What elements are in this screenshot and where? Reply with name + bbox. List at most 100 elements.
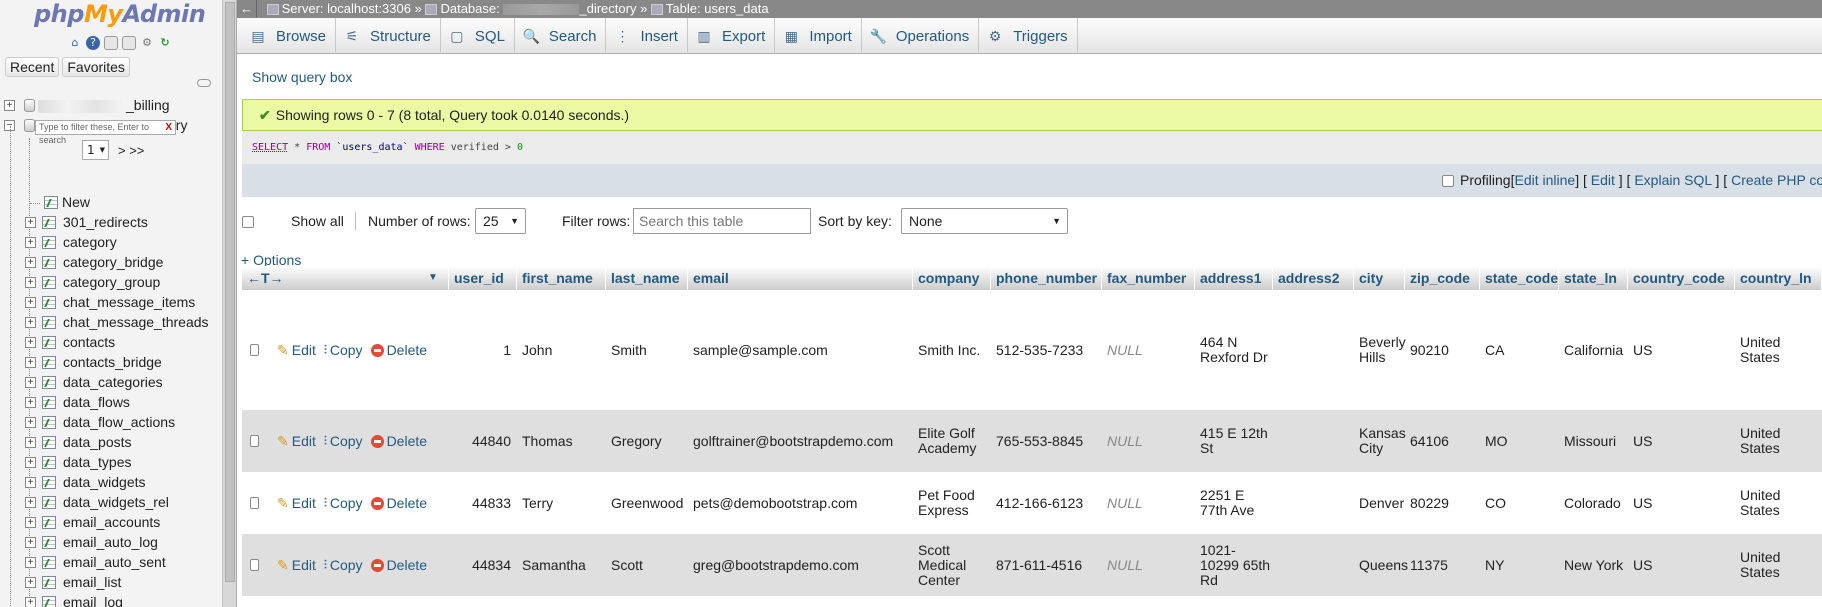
expand-icon[interactable]: + [25,217,36,228]
cell-email[interactable]: pets@demobootstrap.com [688,472,913,534]
tab-import[interactable]: ▦ Import [775,18,862,54]
cell-country-code[interactable]: US [1628,472,1735,534]
cell-phone-number[interactable]: 412-166-6123 [991,472,1102,534]
edit-link[interactable]: Edit [1591,172,1615,188]
table-filter-input[interactable]: Type to filter these, Enter to search X [35,120,176,145]
column-header-country-ln[interactable]: country_ln [1735,266,1822,290]
delete-button[interactable]: Delete [370,557,427,573]
profiling-checkbox[interactable] [1442,175,1454,188]
copy-button[interactable]: ⫶ Copy [324,495,363,511]
reload-icon[interactable]: ↻ [158,36,172,50]
cell-address1[interactable]: 2251 E 77th Ave [1195,472,1273,534]
copy-button[interactable]: ⫶ Copy [324,433,363,449]
column-header-address2[interactable]: address2 [1273,266,1354,290]
column-header-zip-code[interactable]: zip_code [1405,266,1480,290]
back-arrow-icon[interactable]: ← [237,0,257,17]
column-header-first-name[interactable]: first_name [517,266,606,290]
cell-address2[interactable] [1273,290,1354,410]
cell-phone-number[interactable]: 765-553-8845 [991,410,1102,472]
cell-zip-code[interactable]: 80229 [1405,472,1480,534]
column-arrows-header[interactable]: ←T→ ▼ [242,266,449,290]
cell-user-id[interactable]: 44840 [449,410,517,472]
column-header-phone-number[interactable]: phone_number [991,266,1102,290]
tab-triggers[interactable]: ⚙ Triggers [979,18,1078,54]
phpmyadmin-logo[interactable]: phpMyAdmin [34,0,206,28]
table-row[interactable]: ✎ Edit ⫶ Copy Delete 1 John Smith sample@sample.… [242,290,1822,410]
breadcrumb-database[interactable]: Database: _directory [440,1,636,16]
table-row[interactable]: ✎ Edit ⫶ Copy Delete 44834 Samantha Scott greg@b… [242,534,1822,596]
expand-icon[interactable]: + [25,397,36,408]
cell-state-ln[interactable]: Missouri [1559,410,1628,472]
cell-first-name[interactable]: Terry [517,472,606,534]
column-header-user-id[interactable]: user_id [449,266,517,290]
table-row[interactable]: ✎ Edit ⫶ Copy Delete 44833 Terry Greenwood pets@… [242,472,1822,534]
table-row[interactable]: ✎ Edit ⫶ Copy Delete 44840 Thomas Gregory golftr… [242,410,1822,472]
nav-scrollbar[interactable] [222,0,236,607]
cell-city[interactable]: Kansas City [1354,410,1406,472]
cell-user-id[interactable]: 44834 [449,534,517,596]
cell-country-ln[interactable]: United States [1735,290,1822,410]
expand-icon[interactable]: + [25,497,36,508]
expand-icon[interactable]: + [25,297,36,308]
documentation-icon[interactable] [104,36,118,50]
cell-address1[interactable]: 1021-10299 65th Rd [1195,534,1273,596]
delete-button[interactable]: Delete [370,433,427,449]
cell-country-code[interactable]: US [1628,410,1735,472]
cell-state-code[interactable]: MO [1480,410,1559,472]
tab-favorites[interactable]: Favorites [62,57,130,77]
cell-last-name[interactable]: Scott [606,534,688,596]
column-header-fax-number[interactable]: fax_number [1102,266,1195,290]
copy-icon[interactable] [122,36,136,50]
cell-first-name[interactable]: Thomas [517,410,606,472]
cell-country-ln[interactable]: United States [1735,534,1822,596]
sort-by-key-select[interactable]: None ▼ [901,208,1068,234]
cell-address1[interactable]: 415 E 12th St [1195,410,1273,472]
cell-city[interactable]: Queens [1354,534,1408,596]
column-header-last-name[interactable]: last_name [606,266,688,290]
edit-button[interactable]: ✎ Edit [277,557,316,573]
cell-first-name[interactable]: John [517,290,606,410]
cell-zip-code[interactable]: 11375 [1405,534,1480,596]
cell-email[interactable]: sample@sample.com [688,290,913,410]
row-checkbox[interactable] [250,559,259,571]
edit-button[interactable]: ✎ Edit [277,342,316,358]
cell-state-code[interactable]: CA [1480,290,1559,410]
cell-country-code[interactable]: US [1628,534,1735,596]
cell-address2[interactable] [1273,472,1354,534]
cell-fax-number[interactable]: NULL [1102,534,1195,596]
cell-company[interactable]: Smith Inc. [913,290,991,410]
cell-user-id[interactable]: 44833 [449,472,517,534]
expand-icon[interactable]: + [25,477,36,488]
expand-icon[interactable]: + [25,237,36,248]
delete-button[interactable]: Delete [370,495,427,511]
copy-button[interactable]: ⫶ Copy [324,342,363,358]
cell-state-code[interactable]: NY [1480,534,1559,596]
help-icon[interactable]: ? [86,36,100,50]
cell-last-name[interactable]: Gregory [606,410,688,472]
copy-button[interactable]: ⫶ Copy [324,557,363,573]
cell-email[interactable]: greg@bootstrapdemo.com [688,534,913,596]
clear-filter-icon[interactable]: X [165,121,172,134]
column-visibility-dropdown-icon[interactable]: ▼ [428,266,438,290]
row-checkbox[interactable] [250,344,259,356]
create-php-code-link[interactable]: Create PHP code [1731,172,1822,188]
delete-button[interactable]: Delete [370,342,427,358]
tab-insert[interactable]: ⋮ Insert [606,18,688,54]
cell-country-ln[interactable]: United States [1735,472,1822,534]
edit-inline-link[interactable]: Edit inline [1514,172,1575,188]
nav-scrollbar-thumb[interactable] [225,2,235,582]
cell-phone-number[interactable]: 871-611-4516 [991,534,1102,596]
cell-state-ln[interactable]: California [1559,290,1628,410]
cell-company[interactable]: Elite Golf Academy [913,410,991,472]
show-query-box-link[interactable]: Show query box [252,69,352,85]
cell-fax-number[interactable]: NULL [1102,410,1195,472]
column-header-company[interactable]: company [913,266,991,290]
column-header-city[interactable]: city [1354,266,1405,290]
explain-sql-link[interactable]: Explain SQL [1634,172,1711,188]
cell-company[interactable]: Scott Medical Center [913,534,991,596]
home-icon[interactable]: ⌂ [68,36,82,50]
cell-fax-number[interactable]: NULL [1102,290,1195,410]
column-header-state-code[interactable]: state_code [1480,266,1559,290]
cell-last-name[interactable]: Smith [606,290,688,410]
expand-icon[interactable]: + [25,317,36,328]
